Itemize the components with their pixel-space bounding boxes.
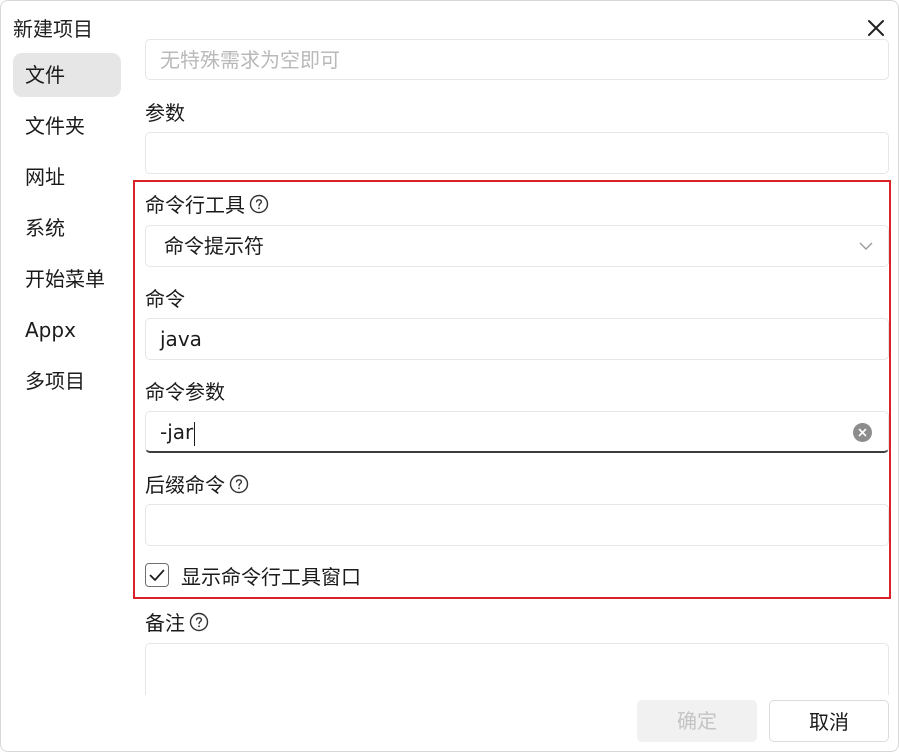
command-label: 命令: [145, 283, 185, 312]
cli-tool-label: 命令行工具: [145, 189, 269, 218]
command-args-input[interactable]: -jar: [145, 411, 889, 453]
help-icon[interactable]: [189, 612, 209, 632]
sidebar-item-start-menu[interactable]: 开始菜单: [13, 257, 121, 301]
command-input[interactable]: java: [145, 318, 889, 360]
cli-tool-label-text: 命令行工具: [145, 193, 245, 217]
suffix-input[interactable]: [145, 504, 889, 546]
params-input[interactable]: [145, 132, 889, 174]
sidebar-item-system[interactable]: 系统: [13, 206, 121, 250]
suffix-label: 后缀命令: [145, 469, 249, 498]
command-value: java: [160, 327, 202, 351]
cancel-button[interactable]: 取消: [769, 700, 889, 742]
ok-button[interactable]: 确定: [637, 700, 757, 742]
sidebar-item-folder[interactable]: 文件夹: [13, 104, 121, 148]
notes-label: 备注: [145, 607, 209, 636]
params-label-text: 参数: [145, 101, 185, 125]
command-args-value: -jar: [160, 420, 194, 444]
command-args-label-text: 命令参数: [145, 380, 225, 404]
cli-tool-select[interactable]: 命令提示符: [145, 225, 889, 267]
command-args-value-wrap: -jar: [160, 412, 196, 452]
sidebar-item-url[interactable]: 网址: [13, 155, 121, 199]
sidebar-item-file[interactable]: 文件: [13, 53, 121, 97]
help-icon[interactable]: [229, 474, 249, 494]
notes-textarea[interactable]: [145, 643, 889, 695]
show-cli-window-label[interactable]: 显示命令行工具窗口: [181, 561, 361, 590]
params-label: 参数: [145, 97, 185, 126]
show-cli-window-checkbox[interactable]: [145, 563, 169, 587]
working-dir-field[interactable]: 无特殊需求为空即可: [145, 39, 889, 80]
dialog-title: 新建项目: [13, 17, 93, 41]
cli-tool-selected-value: 命令提示符: [164, 234, 264, 258]
sidebar-item-multi[interactable]: 多项目: [13, 359, 121, 403]
command-label-text: 命令: [145, 287, 185, 311]
clear-icon[interactable]: [853, 423, 872, 442]
new-project-dialog: 新建项目 文件 文件夹 网址 系统 开始菜单 Appx 多项目 无特殊需求为空即…: [0, 0, 899, 752]
help-icon[interactable]: [249, 194, 269, 214]
notes-label-text: 备注: [145, 611, 185, 635]
chevron-down-icon: [858, 238, 874, 254]
command-args-label: 命令参数: [145, 376, 225, 405]
sidebar-item-appx[interactable]: Appx: [13, 308, 121, 352]
working-dir-placeholder: 无特殊需求为空即可: [160, 48, 340, 72]
suffix-label-text: 后缀命令: [145, 473, 225, 497]
text-caret: [194, 421, 196, 446]
